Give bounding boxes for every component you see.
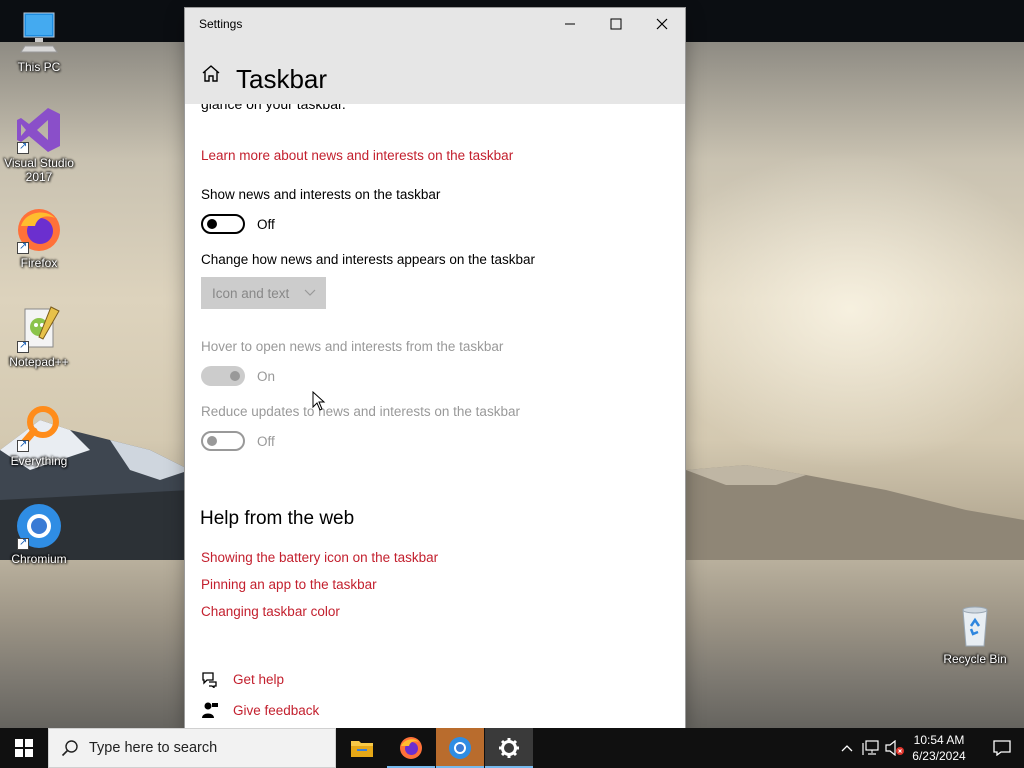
magnifier-icon	[15, 404, 63, 452]
help-link-pinning-app[interactable]: Pinning an app to the taskbar	[201, 577, 377, 592]
description-text: glance on your taskbar.	[201, 104, 346, 112]
search-icon	[61, 740, 78, 757]
desktop-icon-recycle-bin[interactable]: Recycle Bin	[936, 602, 1014, 666]
minimize-icon	[565, 23, 575, 25]
desktop-icon-label: Firefox	[20, 256, 58, 270]
network-tray-button[interactable]	[860, 728, 882, 768]
desktop-icon-label: Visual Studio 2017	[4, 156, 74, 184]
chromium-icon	[449, 737, 471, 759]
hover-open-state: On	[257, 369, 276, 384]
windows-logo-icon	[15, 739, 33, 757]
computer-icon	[15, 10, 63, 58]
desktop-icon-label: Chromium	[11, 552, 67, 566]
reduce-updates-toggle[interactable]	[201, 431, 245, 451]
chevron-up-icon	[841, 745, 853, 752]
action-center-button[interactable]	[980, 728, 1024, 768]
home-icon[interactable]	[199, 62, 223, 86]
close-button[interactable]	[639, 8, 685, 40]
chevron-down-icon	[304, 286, 316, 301]
give-feedback-row[interactable]: Give feedback	[201, 699, 319, 721]
show-news-toggle[interactable]	[201, 214, 245, 234]
toggle-knob	[207, 436, 217, 446]
toggle-knob	[230, 371, 240, 381]
firefox-icon	[15, 206, 63, 254]
help-link-taskbar-color[interactable]: Changing taskbar color	[201, 604, 340, 619]
hover-open-toggle[interactable]	[201, 366, 245, 386]
help-link-battery-icon[interactable]: Showing the battery icon on the taskbar	[201, 550, 438, 565]
wallpaper-sky	[640, 150, 1024, 470]
mouse-cursor-icon	[312, 391, 326, 411]
recycle-bin-icon	[951, 602, 999, 650]
give-feedback-link[interactable]: Give feedback	[233, 703, 319, 718]
appearance-selected: Icon and text	[212, 285, 290, 301]
minimize-button[interactable]	[547, 8, 593, 40]
toggle-knob	[207, 219, 217, 229]
shortcut-arrow-icon	[17, 339, 29, 353]
clock-date: 6/23/2024	[912, 749, 966, 763]
desktop-icon-label: Everything	[10, 454, 68, 468]
start-button[interactable]	[0, 728, 48, 768]
close-icon	[656, 18, 668, 30]
search-placeholder: Type here to search	[89, 740, 218, 756]
taskbar-search-box[interactable]: Type here to search	[48, 728, 336, 768]
shortcut-arrow-icon	[17, 438, 29, 452]
show-hidden-icons-button[interactable]	[838, 728, 856, 768]
help-section-title: Help from the web	[200, 508, 355, 529]
show-news-label: Show news and interests on the taskbar	[201, 187, 441, 202]
show-news-state: Off	[257, 217, 275, 232]
taskbar: Type here to search 10:54 AM 6/23/2024	[0, 728, 1024, 768]
wallpaper-mountain-right	[686, 465, 1024, 570]
settings-content[interactable]: glance on your taskbar. Learn more about…	[185, 104, 685, 728]
get-help-link[interactable]: Get help	[233, 672, 284, 687]
window-title: Settings	[199, 17, 243, 31]
desktop-icon-this-pc[interactable]: This PC	[0, 10, 78, 74]
folder-icon	[351, 741, 373, 757]
desktop-icon-notepad-plus-plus[interactable]: Notepad++	[0, 305, 78, 369]
get-help-row[interactable]: Get help	[201, 668, 284, 690]
desktop-icon-firefox[interactable]: Firefox	[0, 206, 78, 270]
desktop-icon-chromium[interactable]: Chromium	[0, 502, 78, 566]
volume-muted-icon	[885, 740, 904, 756]
settings-window: Settings Taskbar glance on your taskbar.…	[185, 8, 685, 728]
desktop-icon-everything[interactable]: Everything	[0, 404, 78, 468]
desktop-icon-label: Notepad++	[9, 355, 69, 369]
taskbar-app-settings[interactable]	[485, 728, 533, 768]
shortcut-arrow-icon	[17, 140, 29, 154]
appearance-label: Change how news and interests appears on…	[201, 252, 535, 267]
clock-time: 10:54 AM	[913, 733, 965, 747]
volume-tray-button[interactable]	[884, 728, 906, 768]
chromium-icon	[15, 502, 63, 550]
desktop-icon-label: Recycle Bin	[943, 652, 1007, 666]
maximize-icon	[610, 18, 622, 30]
firefox-icon	[400, 737, 422, 759]
page-header: Taskbar	[185, 40, 685, 104]
network-icon	[862, 740, 879, 755]
visual-studio-icon	[15, 106, 63, 154]
taskbar-app-chromium[interactable]	[436, 728, 484, 768]
desktop-icon-label: This PC	[17, 60, 61, 74]
shortcut-arrow-icon	[17, 240, 29, 254]
page-title: Taskbar	[236, 64, 328, 94]
chat-help-icon	[202, 672, 217, 688]
appearance-dropdown[interactable]: Icon and text	[201, 277, 326, 309]
desktop-icon-visual-studio[interactable]: Visual Studio 2017	[0, 106, 78, 184]
taskbar-app-firefox[interactable]	[387, 728, 435, 768]
maximize-button[interactable]	[593, 8, 639, 40]
hover-open-label: Hover to open news and interests from th…	[201, 339, 504, 354]
notification-icon	[993, 740, 1011, 756]
taskbar-clock[interactable]: 10:54 AM 6/23/2024	[906, 732, 972, 764]
reduce-updates-label: Reduce updates to news and interests on …	[201, 404, 520, 419]
gear-icon	[499, 738, 519, 758]
taskbar-app-file-explorer[interactable]	[338, 728, 386, 768]
window-titlebar[interactable]: Settings	[185, 8, 685, 40]
feedback-person-icon	[202, 702, 218, 718]
shortcut-arrow-icon	[17, 536, 29, 550]
reduce-updates-state: Off	[257, 434, 275, 449]
learn-more-link[interactable]: Learn more about news and interests on t…	[201, 148, 513, 163]
notepad-plus-plus-icon	[15, 305, 63, 353]
